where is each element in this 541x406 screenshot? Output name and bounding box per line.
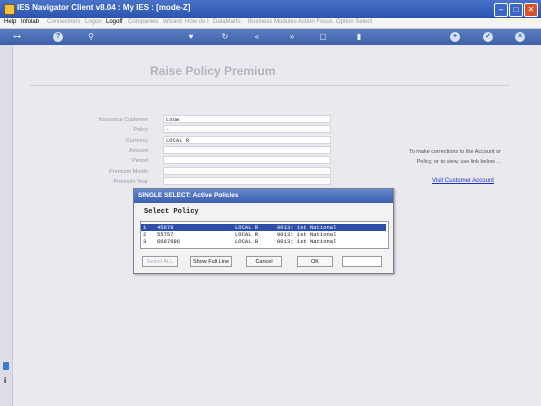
app-icon [4, 4, 15, 15]
toolbar: ⊶ ? ⚲ ♥ ↻ « » ▢ ▮ + ✓ × [0, 29, 541, 45]
menu-wizard: Wizard [163, 19, 182, 25]
hint-line-2: Policy, or to view, use link below ... [416, 159, 501, 165]
row-policy: 55757 [157, 231, 174, 238]
help-icon[interactable]: ? [53, 32, 63, 42]
page-title: Raise Policy Premium [150, 64, 276, 78]
row-branch: 0013: 1st National [277, 238, 337, 245]
premium-year-field[interactable] [163, 177, 331, 185]
row-number: 1 [143, 224, 147, 231]
close-button[interactable]: ✕ [524, 3, 538, 17]
refresh-icon[interactable]: ↻ [220, 32, 230, 42]
cancel-icon[interactable]: × [515, 32, 525, 42]
menu-bar: Help Infolab Connections Logon Logoff Co… [0, 18, 541, 29]
side-info-icon[interactable]: i [4, 376, 6, 385]
select-all-button: Select ALL [142, 256, 178, 267]
heart-icon[interactable]: ♥ [186, 32, 196, 42]
period-field[interactable] [163, 156, 331, 164]
menu-infolab[interactable]: Infolab [21, 19, 39, 25]
label-period: Period [132, 158, 148, 164]
label-insurance-customer: Insurance Customer [98, 117, 148, 123]
save-icon[interactable]: ▮ [354, 32, 364, 42]
row-number: 2 [143, 231, 147, 238]
menu-option-select: Option Select [336, 19, 373, 25]
row-branch: 0013: 1st National [277, 224, 337, 231]
filter-input[interactable] [342, 256, 382, 267]
maximize-button[interactable]: □ [509, 3, 523, 17]
visit-customer-account-link[interactable]: Visit Customer Account [432, 178, 494, 184]
label-policy: Policy [133, 127, 148, 133]
search-icon[interactable]: ⚲ [86, 32, 96, 42]
title-bar[interactable]: IES Navigator Client v8.04 : My IES : [m… [0, 0, 541, 18]
menu-logoff[interactable]: Logoff [106, 19, 123, 25]
window-title: IES Navigator Client v8.04 : My IES : [m… [17, 3, 191, 12]
dialog-title[interactable]: SINGLE SELECT: Active Policies [134, 189, 393, 203]
side-app-icon[interactable] [3, 362, 9, 370]
insurance-customer-field[interactable]: Louw [163, 115, 331, 123]
add-icon[interactable]: + [450, 32, 460, 42]
menu-action-focus: Action Focus [298, 19, 333, 25]
row-policy: 6687686 [157, 238, 181, 245]
key-icon[interactable]: ⊶ [8, 32, 26, 42]
menu-business-modules: Business Modules [248, 19, 297, 25]
menu-companies: Companies [128, 19, 159, 25]
menu-connections: Connections [47, 19, 81, 25]
label-currency: Currency [125, 138, 148, 144]
row-currency: LOCAL R [235, 238, 259, 245]
premium-month-field[interactable] [163, 167, 331, 175]
list-item[interactable]: 3 6687686 LOCAL R 0013: 1st National [141, 238, 386, 245]
app-window: IES Navigator Client v8.04 : My IES : [m… [0, 0, 541, 406]
side-strip [0, 45, 13, 406]
divider [30, 85, 510, 86]
label-premium-year: Premium Year [113, 179, 148, 185]
row-branch: 0013: 1st National [277, 231, 337, 238]
menu-logon: Logon [85, 19, 102, 25]
policy-list[interactable]: 1 45678 LOCAL R 0013: 1st National 2 557… [140, 221, 389, 249]
copy-icon[interactable]: ▢ [318, 32, 328, 42]
dialog-subtitle: Select Policy [144, 208, 199, 216]
list-item[interactable]: 1 45678 LOCAL R 0013: 1st National [141, 224, 386, 231]
show-full-line-button[interactable]: Show Full Line [190, 256, 232, 267]
cancel-button[interactable]: Cancel [246, 256, 282, 267]
row-currency: LOCAL R [235, 231, 259, 238]
check-icon[interactable]: ✓ [483, 32, 493, 42]
policy-field[interactable]: - [163, 125, 331, 133]
minimize-button[interactable]: – [494, 3, 508, 17]
policy-select-dialog: SINGLE SELECT: Active Policies Select Po… [133, 188, 394, 274]
row-currency: LOCAL R [235, 224, 259, 231]
amount-field[interactable] [163, 146, 331, 154]
row-policy: 45678 [157, 224, 174, 231]
menu-datamarts: DataMarts [213, 19, 241, 25]
currency-field[interactable]: LOCAL R [163, 136, 331, 144]
rewind-icon[interactable]: « [252, 32, 262, 42]
label-amount: Amount [129, 148, 148, 154]
menu-help[interactable]: Help [4, 19, 16, 25]
list-item[interactable]: 2 55757 LOCAL R 0013: 1st National [141, 231, 386, 238]
hint-line-1: To make corrections to the Account or [408, 149, 501, 155]
fast-forward-icon[interactable]: » [287, 32, 297, 42]
ok-button[interactable]: OK [297, 256, 333, 267]
menu-how-do-i: How do I [185, 19, 209, 25]
label-premium-month: Premium Month [109, 169, 148, 175]
row-number: 3 [143, 238, 147, 245]
